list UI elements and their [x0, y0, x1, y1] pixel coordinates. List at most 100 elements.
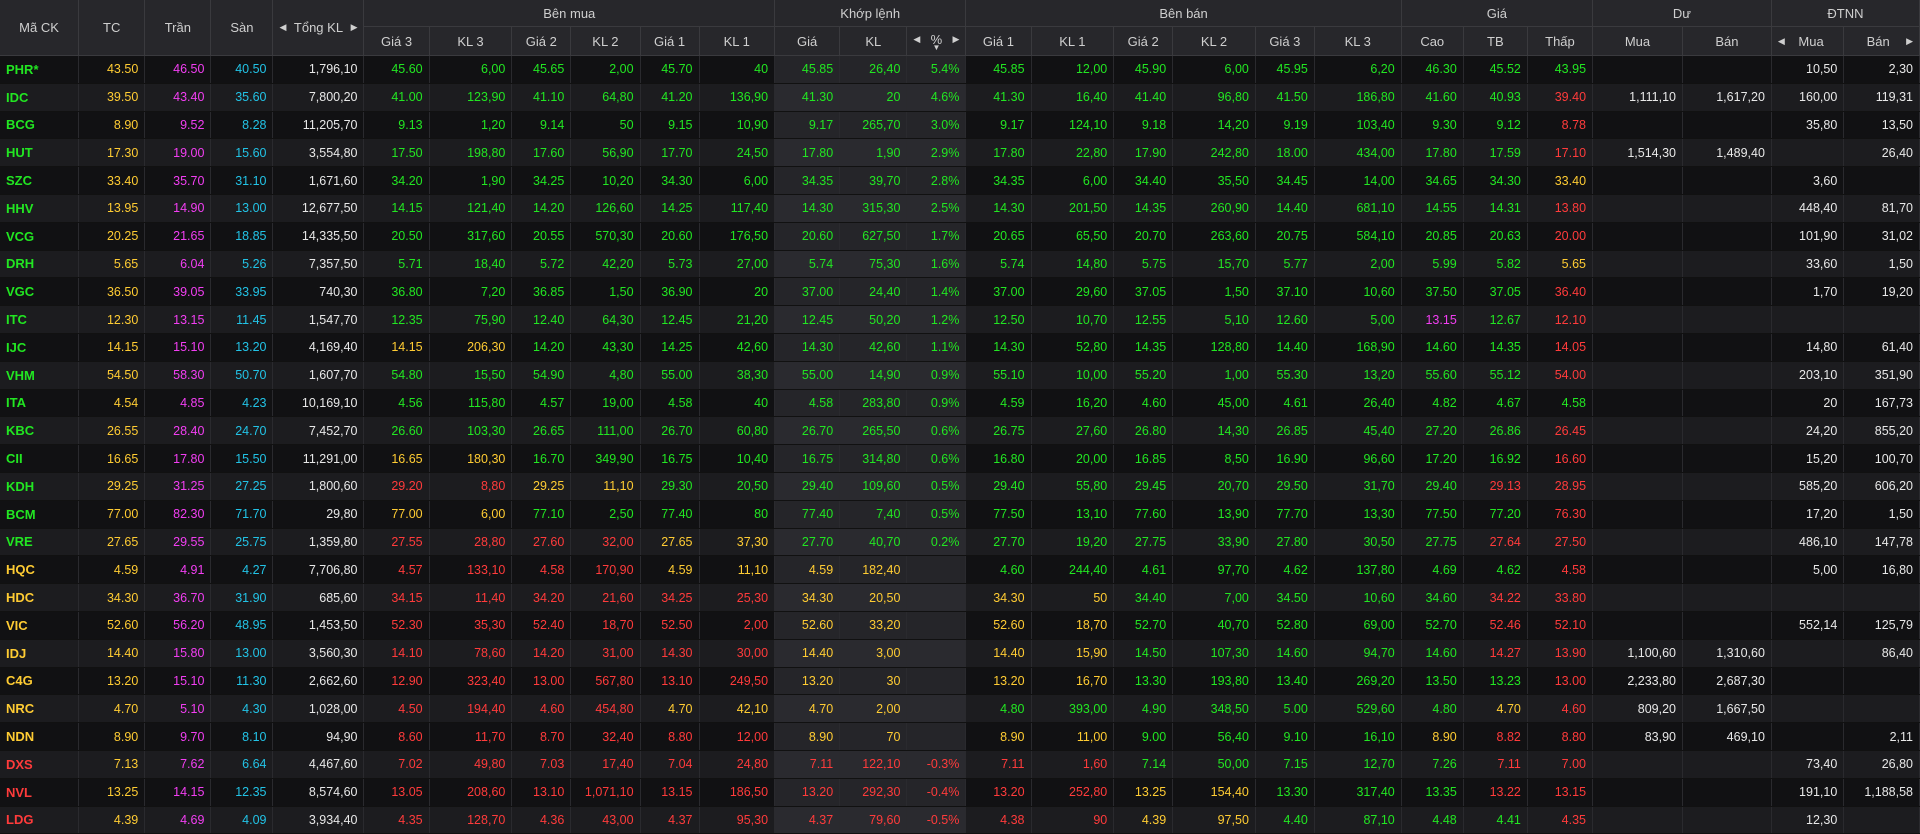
col-res-buy[interactable]: Mua — [1592, 26, 1683, 56]
symbol-cell[interactable]: VGC — [0, 277, 80, 307]
col-total-vol[interactable]: ◀ Tổng KL ▶ — [272, 0, 365, 56]
table-row[interactable]: DXS 7.13 7.62 6.64 4,467,60 7.02 49,80 7.03 17,4… — [0, 750, 1920, 779]
residual-buy-cell — [1592, 194, 1683, 223]
col-ask3[interactable]: Giá 3 — [1255, 26, 1315, 56]
ref-cell: 4.59 — [78, 555, 146, 585]
symbol-cell[interactable]: BCM — [0, 500, 80, 529]
table-row[interactable]: IDC 39.50 43.40 35.60 7,800,20 41.00 123,90 41.… — [0, 83, 1920, 112]
col-bid1[interactable]: Giá 1 — [640, 26, 700, 56]
symbol-cell[interactable]: IJC — [0, 333, 80, 362]
symbol-cell[interactable]: BCG — [0, 111, 80, 140]
symbol-cell[interactable]: IDJ — [0, 639, 80, 668]
table-row[interactable]: KDH 29.25 31.25 27.25 1,800,60 29.20 8,80 29.25… — [0, 472, 1920, 501]
symbol-cell[interactable]: IDC — [0, 83, 80, 112]
symbol-cell[interactable]: LDG — [0, 806, 80, 834]
col-foreign-buy[interactable]: ◀ Mua — [1771, 26, 1845, 56]
table-row[interactable]: SZC 33.40 35.70 31.10 1,671,60 34.20 1,90 34.25… — [0, 166, 1920, 195]
col-floor[interactable]: Sàn — [210, 0, 274, 56]
col-ref[interactable]: TC — [78, 0, 146, 56]
col-bid-vol3[interactable]: KL 3 — [429, 26, 513, 56]
col-ask1[interactable]: Giá 1 — [965, 26, 1032, 56]
symbol-cell[interactable]: ITC — [0, 305, 80, 334]
col-ask-vol3[interactable]: KL 3 — [1314, 26, 1402, 56]
table-row[interactable]: IDJ 14.40 15.80 13.00 3,560,30 14.10 78,60 14.2… — [0, 639, 1920, 668]
col-bid-vol2[interactable]: KL 2 — [570, 26, 641, 56]
col-high[interactable]: Cao — [1401, 26, 1464, 56]
table-row[interactable]: ITC 12.30 13.15 11.45 1,547,70 12.35 75,90 12.4… — [0, 305, 1920, 334]
ask2-cell: 14.35 — [1113, 194, 1174, 223]
col-ceil[interactable]: Trần — [144, 0, 212, 56]
sort-down-icon[interactable]: ▼ — [913, 43, 959, 51]
bid2-cell: 36.85 — [511, 277, 572, 307]
col-foreign-sell[interactable]: Bán ▶ — [1843, 26, 1920, 56]
symbol-cell[interactable]: DXS — [0, 750, 80, 779]
table-row[interactable]: VGC 36.50 39.05 33.95 740,30 36.80 7,20 36.85 1,… — [0, 277, 1920, 307]
table-row[interactable]: CII 16.65 17.80 15.50 11,291,00 16.65 180,30 16… — [0, 444, 1920, 473]
symbol-cell[interactable]: VIC — [0, 611, 80, 640]
residual-buy-cell: 83,90 — [1592, 722, 1683, 751]
col-bid-vol1[interactable]: KL 1 — [699, 26, 776, 56]
symbol-cell[interactable]: NDN — [0, 722, 80, 751]
table-row[interactable]: HUT 17.30 19.00 15.60 3,554,80 17.50 198,80 17.… — [0, 138, 1920, 168]
bid-vol2-cell: 2,50 — [570, 500, 641, 529]
table-row[interactable]: IJC 14.15 15.10 13.20 4,169,40 14.15 206,30 14.… — [0, 333, 1920, 362]
symbol-cell[interactable]: NVL — [0, 778, 80, 807]
table-row[interactable]: PHR* 43.50 46.50 40.50 1,796,10 45.60 6,00 45.6… — [0, 55, 1920, 84]
symbol-cell[interactable]: ITA — [0, 389, 80, 418]
table-row[interactable]: VHM 54.50 58.30 50.70 1,607,70 54.80 15,50 54.9… — [0, 361, 1920, 390]
table-row[interactable]: KBC 26.55 28.40 24.70 7,452,70 26.60 103,30 26.… — [0, 416, 1920, 446]
col-bid2[interactable]: Giá 2 — [511, 26, 572, 56]
symbol-cell[interactable]: KBC — [0, 416, 80, 446]
foreign-left-icon[interactable]: ◀ — [1778, 36, 1785, 47]
table-row[interactable]: BCG 8.90 9.52 8.28 11,205,70 9.13 1,20 9.14 50 9.… — [0, 111, 1920, 140]
col-avg[interactable]: TB — [1463, 26, 1528, 56]
table-row[interactable]: C4G 13.20 15.10 11.30 2,662,60 12.90 323,40 13.… — [0, 667, 1920, 696]
symbol-cell[interactable]: C4G — [0, 667, 80, 696]
foreign-right-icon[interactable]: ▶ — [1906, 36, 1913, 47]
table-row[interactable]: NRC 4.70 5.10 4.30 1,028,00 4.50 194,40 4.60 454… — [0, 694, 1920, 724]
symbol-cell[interactable]: HDC — [0, 583, 80, 612]
col-ask2[interactable]: Giá 2 — [1113, 26, 1174, 56]
table-row[interactable]: LDG 4.39 4.69 4.09 3,934,40 4.35 128,70 4.36 43,… — [0, 806, 1920, 834]
col-match-pct[interactable]: ◀ % ▶ ▼ — [906, 26, 967, 56]
table-row[interactable]: VCG 20.25 21.65 18.85 14,335,50 20.50 317,60 20… — [0, 222, 1920, 251]
table-row[interactable]: HDC 34.30 36.70 31.90 685,60 34.15 11,40 34.20 2… — [0, 583, 1920, 612]
col-res-sell[interactable]: Bán — [1682, 26, 1772, 56]
col-low[interactable]: Thấp — [1527, 26, 1594, 56]
symbol-cell[interactable]: KDH — [0, 472, 80, 501]
pct-left-icon[interactable]: ◀ — [913, 34, 920, 45]
symbol-cell[interactable]: DRH — [0, 250, 80, 279]
col-ask-vol2[interactable]: KL 2 — [1172, 26, 1256, 56]
table-row[interactable]: VIC 52.60 56.20 48.95 1,453,50 52.30 35,30 52.4… — [0, 611, 1920, 640]
symbol-cell[interactable]: PHR* — [0, 55, 80, 84]
symbol-cell[interactable]: HHV — [0, 194, 80, 223]
ceil-cell: 31.25 — [144, 472, 212, 501]
table-row[interactable]: HQC 4.59 4.91 4.27 7,706,80 4.57 133,10 4.58 170… — [0, 555, 1920, 585]
scroll-left-icon[interactable]: ◀ — [279, 22, 286, 33]
pct-right-icon[interactable]: ▶ — [952, 34, 959, 45]
symbol-cell[interactable]: HQC — [0, 555, 80, 585]
symbol-cell[interactable]: CII — [0, 444, 80, 473]
symbol-cell[interactable]: HUT — [0, 138, 80, 168]
table-row[interactable]: DRH 5.65 6.04 5.26 7,357,50 5.71 18,40 5.72 42,2… — [0, 250, 1920, 279]
table-row[interactable]: VRE 27.65 29.55 25.75 1,359,80 27.55 28,80 27.6… — [0, 528, 1920, 557]
ask3-cell: 37.10 — [1255, 277, 1315, 307]
col-match-price[interactable]: Giá — [774, 26, 841, 56]
table-row[interactable]: NVL 13.25 14.15 12.35 8,574,60 13.05 208,60 13.… — [0, 778, 1920, 807]
ceil-cell: 5.10 — [144, 694, 212, 724]
symbol-cell[interactable]: VHM — [0, 361, 80, 390]
symbol-cell[interactable]: SZC — [0, 166, 80, 195]
col-bid3[interactable]: Giá 3 — [363, 26, 430, 56]
symbol-cell[interactable]: VRE — [0, 528, 80, 557]
table-row[interactable]: NDN 8.90 9.70 8.10 94,90 8.60 11,70 8.70 32,40 8.… — [0, 722, 1920, 751]
col-match-vol[interactable]: KL — [839, 26, 908, 56]
col-symbol[interactable]: Mã CK — [0, 0, 80, 56]
table-row[interactable]: HHV 13.95 14.90 13.00 12,677,50 14.15 121,40 14… — [0, 194, 1920, 223]
symbol-cell[interactable]: VCG — [0, 222, 80, 251]
col-ask-vol1[interactable]: KL 1 — [1031, 26, 1115, 56]
scroll-right-icon[interactable]: ▶ — [351, 22, 358, 33]
ask1-cell: 9.17 — [965, 111, 1032, 140]
symbol-cell[interactable]: NRC — [0, 694, 80, 724]
table-row[interactable]: BCM 77.00 82.30 71.70 29,80 77.00 6,00 77.10 2,5… — [0, 500, 1920, 529]
table-row[interactable]: ITA 4.54 4.85 4.23 10,169,10 4.56 115,80 4.57 19… — [0, 389, 1920, 418]
